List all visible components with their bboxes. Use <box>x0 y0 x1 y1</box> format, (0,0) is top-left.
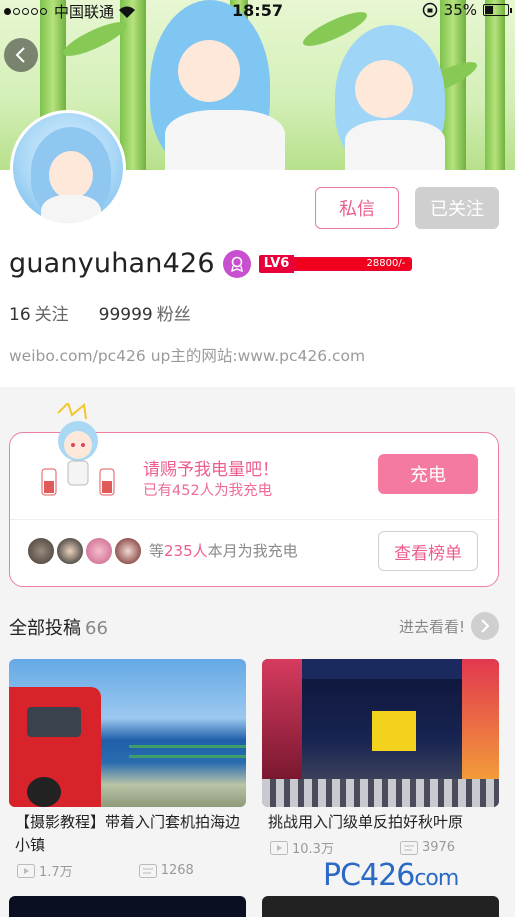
level-badge: LV6 28800/- <box>258 254 413 273</box>
video-card[interactable]: 挑战用入门级单反拍好秋叶原 10.3万 3976 <box>262 659 499 857</box>
message-button[interactable]: 私信 <box>315 187 399 229</box>
charge-button[interactable]: 充电 <box>378 454 478 494</box>
video-comments: 1268 <box>160 863 194 878</box>
posts-title: 全部投稿 66 <box>9 618 108 639</box>
battery-percent: 35% <box>443 1 477 19</box>
charge-divider <box>10 519 498 520</box>
status-bar: 中国联通 18:57 35% <box>0 0 515 22</box>
charge-count-text: 已有452人为我充电 <box>143 483 273 499</box>
video-thumbnail <box>9 659 246 807</box>
fans-stat[interactable]: 99999 粉丝 <box>99 300 191 325</box>
verified-badge-icon <box>222 249 251 278</box>
charger-avatars[interactable] <box>27 537 143 565</box>
site-watermark: PC426com <box>323 858 459 893</box>
video-comments: 3976 <box>421 840 456 855</box>
play-icon <box>17 863 35 878</box>
view-ranking-button[interactable]: 查看榜单 <box>378 531 478 571</box>
video-thumbnail <box>262 659 499 807</box>
follow-stats: 16 关注 99999 粉丝 <box>9 300 191 325</box>
charge-ask-text: 请赐予我电量吧！ <box>143 460 279 480</box>
charge-card: 请赐予我电量吧！ 已有452人为我充电 充电 等235人本月为我充电 查看榜单 <box>9 403 499 587</box>
charger-avatar <box>85 537 113 565</box>
video-views: 1.7万 <box>39 865 73 880</box>
video-card-partial[interactable] <box>262 896 499 917</box>
video-card[interactable]: 【摄影教程】带着入门套机拍海边小镇 1.7万 1268 <box>9 659 246 880</box>
video-card-partial[interactable] <box>9 896 246 917</box>
comment-icon <box>399 840 418 855</box>
battery-icon <box>483 4 512 16</box>
video-views: 10.3万 <box>292 842 334 857</box>
username: guanyuhan426 <box>9 248 215 279</box>
follow-button[interactable]: 已关注 <box>415 187 499 229</box>
following-stat[interactable]: 16 关注 <box>9 300 69 325</box>
play-icon <box>270 840 288 855</box>
level-tag: LV6 <box>258 254 295 273</box>
charger-avatar <box>114 537 142 565</box>
back-button[interactable] <box>4 38 38 72</box>
see-more-link[interactable]: 进去看看! <box>399 612 499 640</box>
charger-avatar <box>27 537 55 565</box>
comment-icon <box>138 863 157 878</box>
video-meta: 10.3万 3976 <box>262 838 499 857</box>
avatar[interactable] <box>10 110 126 226</box>
month-charge-text: 等235人本月为我充电 <box>149 542 298 560</box>
charger-avatar <box>56 537 84 565</box>
video-title: 挑战用入门级单反拍好秋叶原 <box>268 813 464 831</box>
chevron-right-icon <box>471 612 499 640</box>
rotation-lock-icon <box>422 2 437 18</box>
video-meta: 1.7万 1268 <box>9 861 246 880</box>
bio-text: weibo.com/pc426 up主的网站:www.pc426.com <box>9 347 366 365</box>
mascot-illustration <box>41 403 115 496</box>
chevron-left-icon <box>15 47 25 63</box>
level-exp: 28800/- <box>294 256 413 271</box>
video-title: 【摄影教程】带着入门套机拍海边小镇 <box>15 813 241 854</box>
